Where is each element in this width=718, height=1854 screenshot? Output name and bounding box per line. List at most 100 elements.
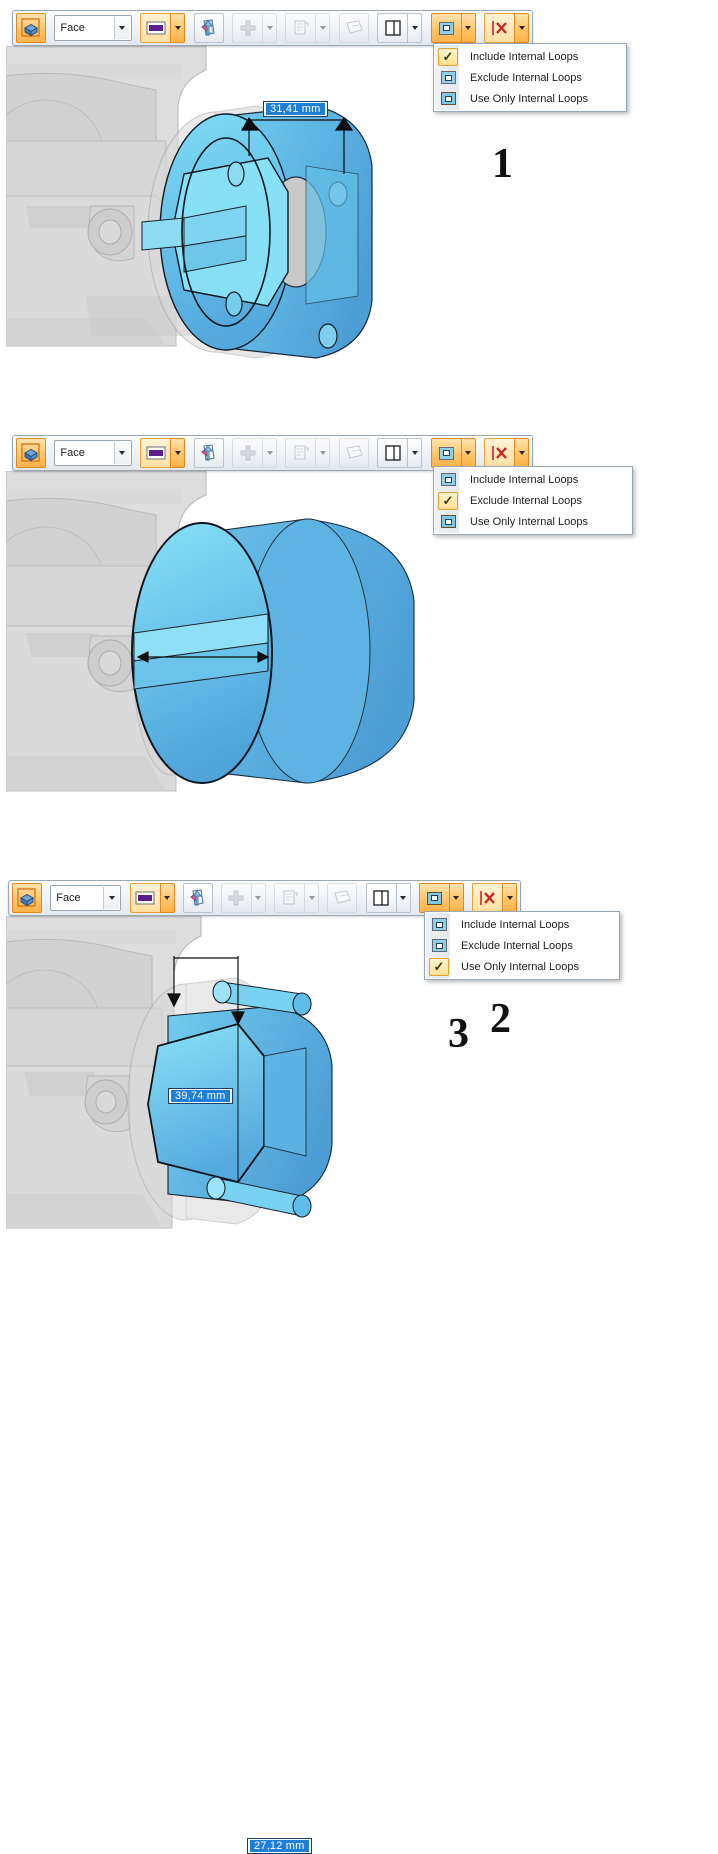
taper-icon xyxy=(334,890,352,904)
extents-group[interactable] xyxy=(365,883,411,913)
internal-loops-arrow[interactable] xyxy=(460,13,476,43)
selection-filter-combo[interactable]: Face xyxy=(54,440,132,466)
cancel-arrow[interactable] xyxy=(514,13,530,43)
cancel-arrow[interactable] xyxy=(514,438,530,468)
copy-group[interactable] xyxy=(285,13,331,43)
internal-loops-arrow[interactable] xyxy=(448,883,464,913)
add-button[interactable] xyxy=(232,13,263,43)
copy-button[interactable] xyxy=(285,438,316,468)
add-group[interactable] xyxy=(220,883,266,913)
copy-group[interactable] xyxy=(274,883,320,913)
menu-item-exclude-internal-loops[interactable]: Exclude Internal Loops xyxy=(425,935,619,956)
menu-item-label: Use Only Internal Loops xyxy=(470,92,589,105)
extents-arrow[interactable] xyxy=(407,438,423,468)
dimension-callout-1[interactable]: 31,41 mm xyxy=(263,101,328,117)
copy-arrow[interactable] xyxy=(304,883,320,913)
extrude-toolbar-1[interactable]: Face xyxy=(12,10,533,46)
step-panel-1: 31,41 mm Face ✓ Include Internal Loops E… xyxy=(0,0,718,400)
color-swatch-group[interactable] xyxy=(129,883,175,913)
cancel-group[interactable] xyxy=(472,883,518,913)
select-solid-button[interactable] xyxy=(12,883,42,913)
selection-filter-combo[interactable]: Face xyxy=(50,885,122,911)
chevron-down-icon xyxy=(453,896,460,900)
extents-arrow[interactable] xyxy=(407,13,423,43)
cancel-group[interactable] xyxy=(484,13,530,43)
copy-arrow[interactable] xyxy=(315,438,331,468)
color-swatch-button[interactable] xyxy=(140,13,171,43)
menu-item-exclude-internal-loops[interactable]: Exclude Internal Loops xyxy=(434,67,626,88)
extents-button[interactable] xyxy=(365,883,396,913)
selection-filter-combo[interactable]: Face xyxy=(54,15,132,41)
taper-button[interactable] xyxy=(338,13,369,43)
internal-loops-menu-2[interactable]: Include Internal Loops ✓ Exclude Interna… xyxy=(433,466,633,535)
cad-viewport-1[interactable] xyxy=(6,46,456,390)
copy-button[interactable] xyxy=(274,883,305,913)
extents-button[interactable] xyxy=(377,438,408,468)
color-swatch-group[interactable] xyxy=(140,438,186,468)
color-swatch-arrow[interactable] xyxy=(159,883,175,913)
flip-direction-button[interactable] xyxy=(193,438,224,468)
selection-filter-arrow[interactable] xyxy=(113,17,130,39)
cad-viewport-3[interactable] xyxy=(6,916,456,1256)
select-solid-button[interactable] xyxy=(16,13,46,43)
select-solid-button[interactable] xyxy=(16,438,46,468)
extents-group[interactable] xyxy=(377,438,423,468)
internal-loops-group[interactable] xyxy=(418,883,464,913)
step-panel-2: 39,74 mm Face Include Internal Loops ✓ E… xyxy=(0,425,718,1104)
extents-icon xyxy=(385,445,401,461)
dimension-callout-2[interactable]: 39,74 mm xyxy=(168,1088,233,1104)
menu-item-use-only-internal-loops[interactable]: Use Only Internal Loops xyxy=(434,511,632,532)
menu-item-include-internal-loops[interactable]: Include Internal Loops xyxy=(434,469,632,490)
color-swatch-button[interactable] xyxy=(140,438,171,468)
step-number: 3 xyxy=(448,1011,469,1057)
extents-button[interactable] xyxy=(377,13,408,43)
copy-button[interactable] xyxy=(285,13,316,43)
cad-viewport-2[interactable] xyxy=(6,471,456,821)
copy-arrow[interactable] xyxy=(315,13,331,43)
cancel-group[interactable] xyxy=(484,438,530,468)
cancel-arrow[interactable] xyxy=(502,883,518,913)
menu-item-include-internal-loops[interactable]: Include Internal Loops xyxy=(425,914,619,935)
color-swatch-group[interactable] xyxy=(140,13,186,43)
color-swatch-arrow[interactable] xyxy=(170,13,186,43)
internal-loops-button[interactable] xyxy=(430,13,461,43)
menu-item-label: Exclude Internal Loops xyxy=(461,939,573,952)
internal-loop-extrusion xyxy=(147,1005,333,1207)
copy-group[interactable] xyxy=(285,438,331,468)
cancel-button[interactable] xyxy=(484,13,515,43)
internal-loops-button[interactable] xyxy=(430,438,461,468)
color-swatch-button[interactable] xyxy=(129,883,160,913)
selection-filter-value: Face xyxy=(60,22,85,34)
flip-direction-button[interactable] xyxy=(193,13,224,43)
dimension-callout-3[interactable]: 27,12 mm xyxy=(247,1838,312,1854)
add-group[interactable] xyxy=(232,13,278,43)
internal-loops-group[interactable] xyxy=(430,13,476,43)
extents-arrow[interactable] xyxy=(395,883,411,913)
flip-direction-button[interactable] xyxy=(182,883,213,913)
cancel-button[interactable] xyxy=(484,438,515,468)
internal-loops-menu-3[interactable]: Include Internal Loops Exclude Internal … xyxy=(424,911,620,980)
taper-button[interactable] xyxy=(327,883,358,913)
selection-filter-arrow[interactable] xyxy=(113,442,130,464)
add-arrow[interactable] xyxy=(262,13,278,43)
cancel-button[interactable] xyxy=(472,883,503,913)
menu-item-use-only-internal-loops[interactable]: ✓ Use Only Internal Loops xyxy=(425,956,619,977)
internal-loops-arrow[interactable] xyxy=(460,438,476,468)
internal-loops-group[interactable] xyxy=(430,438,476,468)
menu-item-include-internal-loops[interactable]: ✓ Include Internal Loops xyxy=(434,46,626,67)
extents-group[interactable] xyxy=(377,13,423,43)
selection-filter-value: Face xyxy=(60,447,85,459)
taper-button[interactable] xyxy=(338,438,369,468)
color-swatch-arrow[interactable] xyxy=(170,438,186,468)
add-button[interactable] xyxy=(232,438,263,468)
menu-item-exclude-internal-loops[interactable]: ✓ Exclude Internal Loops xyxy=(434,490,632,511)
selection-filter-arrow[interactable] xyxy=(103,887,120,909)
menu-item-use-only-internal-loops[interactable]: Use Only Internal Loops xyxy=(434,88,626,109)
add-button[interactable] xyxy=(220,883,251,913)
add-group[interactable] xyxy=(232,438,278,468)
internal-loops-button[interactable] xyxy=(418,883,449,913)
add-arrow[interactable] xyxy=(250,883,266,913)
add-arrow[interactable] xyxy=(262,438,278,468)
internal-loops-menu-1[interactable]: ✓ Include Internal Loops Exclude Interna… xyxy=(433,43,627,112)
cancel-icon xyxy=(479,891,495,905)
